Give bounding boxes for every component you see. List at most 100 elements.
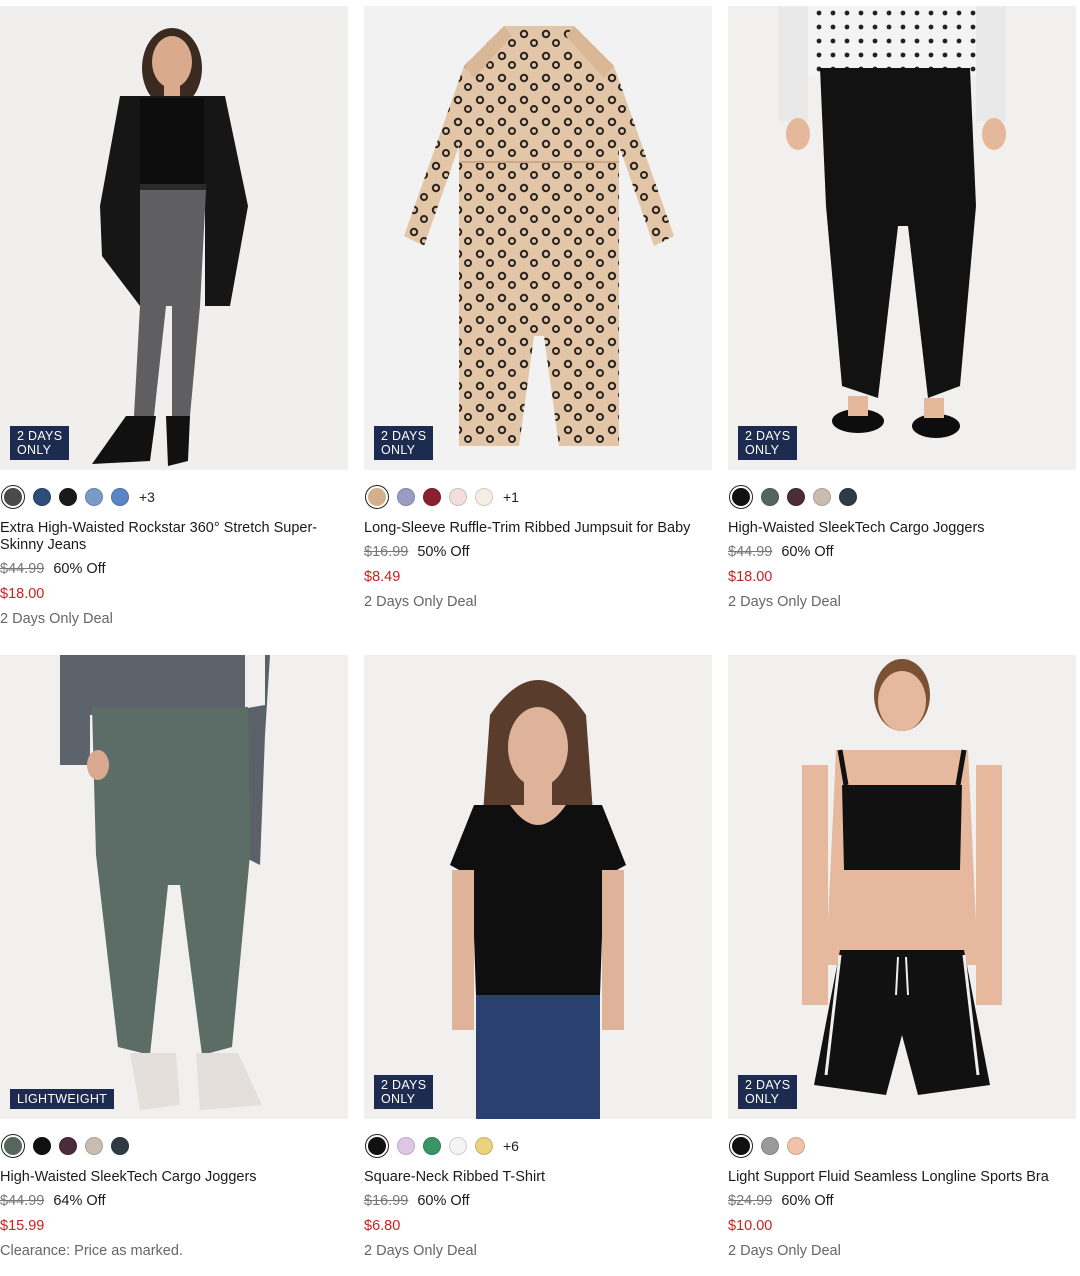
original-price: $44.99 — [728, 544, 773, 560]
color-swatch[interactable] — [111, 1137, 129, 1155]
product-card[interactable]: 2 DAYS ONLY +6 Square-Neck Ribbed T-Shir… — [364, 655, 712, 1261]
product-card[interactable]: 2 DAYS ONLY +3 Extra High-Waisted Rockst… — [0, 6, 348, 629]
product-image[interactable]: 2 DAYS ONLY — [364, 655, 712, 1119]
color-swatch-selected[interactable] — [729, 1134, 753, 1158]
badge-line-1: 2 DAYS — [17, 429, 63, 443]
promo-badge: 2 DAYS ONLY — [374, 426, 434, 460]
deal-label: Clearance: Price as marked. — [0, 1243, 183, 1259]
badge-line-1: 2 DAYS — [381, 1078, 427, 1092]
color-swatch-selected[interactable] — [729, 485, 753, 509]
product-name[interactable]: High-Waisted SleekTech Cargo Joggers — [728, 520, 1076, 537]
badge-line-1: 2 DAYS — [381, 429, 427, 443]
color-swatch-selected[interactable] — [365, 485, 389, 509]
badge-line-1: 2 DAYS — [745, 429, 791, 443]
discount-label: 60% Off — [53, 561, 106, 577]
product-card[interactable]: LIGHTWEIGHT High-Waisted SleekTech Cargo… — [0, 655, 348, 1261]
product-card[interactable]: 2 DAYS ONLY +1 Long-Sleeve Ruffle-Trim R… — [364, 6, 712, 612]
deal-label: 2 Days Only Deal — [364, 594, 477, 610]
discount-label: 60% Off — [417, 1193, 470, 1209]
price-row: $16.99 60% Off — [364, 1192, 712, 1211]
color-swatch[interactable] — [787, 1137, 805, 1155]
discount-label: 64% Off — [53, 1193, 106, 1209]
color-swatch[interactable] — [85, 488, 103, 506]
color-swatch[interactable] — [33, 488, 51, 506]
color-swatch[interactable] — [33, 1137, 51, 1155]
sale-price: $18.00 — [0, 586, 45, 602]
deal-label: 2 Days Only Deal — [0, 611, 113, 627]
discount-label: 60% Off — [781, 544, 834, 560]
color-swatch[interactable] — [761, 488, 779, 506]
sale-price: $18.00 — [728, 569, 773, 585]
price-row: $16.99 50% Off — [364, 543, 712, 562]
sale-price: $8.49 — [364, 569, 401, 585]
price-row: $44.99 60% Off — [728, 543, 1076, 562]
color-swatches: +3 — [0, 482, 348, 512]
product-image[interactable]: 2 DAYS ONLY — [364, 6, 712, 470]
price-row: $44.99 64% Off — [0, 1192, 348, 1211]
color-swatch-selected[interactable] — [1, 485, 25, 509]
product-name[interactable]: Square-Neck Ribbed T-Shirt — [364, 1169, 712, 1186]
color-swatch[interactable] — [111, 488, 129, 506]
price-row: $44.99 60% Off — [0, 560, 348, 579]
color-swatches: +1 — [364, 482, 712, 512]
color-swatch[interactable] — [839, 488, 857, 506]
color-swatches — [0, 1131, 348, 1161]
discount-label: 50% Off — [417, 544, 470, 560]
color-swatch[interactable] — [761, 1137, 779, 1155]
product-image[interactable]: LIGHTWEIGHT — [0, 655, 348, 1119]
promo-badge: LIGHTWEIGHT — [10, 1089, 115, 1109]
color-swatches — [728, 1131, 1076, 1161]
badge-line-2: ONLY — [381, 1092, 416, 1106]
product-name[interactable]: Long-Sleeve Ruffle-Trim Ribbed Jumpsuit … — [364, 520, 712, 537]
color-swatch[interactable] — [475, 1137, 493, 1155]
original-price: $44.99 — [0, 1193, 45, 1209]
color-swatch[interactable] — [397, 1137, 415, 1155]
promo-badge: 2 DAYS ONLY — [738, 426, 798, 460]
badge-line-2: ONLY — [745, 1092, 780, 1106]
product-name[interactable]: High-Waisted SleekTech Cargo Joggers — [0, 1169, 348, 1186]
color-swatch[interactable] — [85, 1137, 103, 1155]
more-colors-link[interactable]: +6 — [503, 1138, 519, 1154]
product-name[interactable]: Extra High-Waisted Rockstar 360° Stretch… — [0, 520, 348, 554]
color-swatch-selected[interactable] — [365, 1134, 389, 1158]
color-swatch[interactable] — [423, 1137, 441, 1155]
color-swatches — [728, 482, 1076, 512]
color-swatch[interactable] — [449, 488, 467, 506]
more-colors-link[interactable]: +3 — [139, 489, 155, 505]
product-image[interactable]: 2 DAYS ONLY — [0, 6, 348, 470]
color-swatch[interactable] — [397, 488, 415, 506]
color-swatch[interactable] — [813, 488, 831, 506]
deal-label: 2 Days Only Deal — [728, 1243, 841, 1259]
deal-label: 2 Days Only Deal — [364, 1243, 477, 1259]
badge-line-1: 2 DAYS — [745, 1078, 791, 1092]
color-swatch[interactable] — [449, 1137, 467, 1155]
original-price: $16.99 — [364, 544, 409, 560]
color-swatch-selected[interactable] — [1, 1134, 25, 1158]
sale-price: $15.99 — [0, 1218, 45, 1234]
more-colors-link[interactable]: +1 — [503, 489, 519, 505]
badge-line-2: ONLY — [745, 443, 780, 457]
product-grid: 2 DAYS ONLY +3 Extra High-Waisted Rockst… — [0, 0, 1080, 1276]
promo-badge: 2 DAYS ONLY — [738, 1075, 798, 1109]
color-swatch[interactable] — [59, 1137, 77, 1155]
product-card[interactable]: 2 DAYS ONLY Light Support Fluid Seamless… — [728, 655, 1076, 1261]
badge-line-1: LIGHTWEIGHT — [17, 1092, 108, 1106]
original-price: $44.99 — [0, 561, 45, 577]
deal-label: 2 Days Only Deal — [728, 594, 841, 610]
color-swatch[interactable] — [787, 488, 805, 506]
badge-line-2: ONLY — [381, 443, 416, 457]
sale-price: $10.00 — [728, 1218, 773, 1234]
original-price: $16.99 — [364, 1193, 409, 1209]
price-row: $24.99 60% Off — [728, 1192, 1076, 1211]
color-swatch[interactable] — [59, 488, 77, 506]
color-swatch[interactable] — [475, 488, 493, 506]
product-card[interactable]: 2 DAYS ONLY High-Waisted SleekTech Cargo… — [728, 6, 1076, 612]
product-image[interactable]: 2 DAYS ONLY — [728, 655, 1076, 1119]
product-image[interactable]: 2 DAYS ONLY — [728, 6, 1076, 470]
original-price: $24.99 — [728, 1193, 773, 1209]
promo-badge: 2 DAYS ONLY — [374, 1075, 434, 1109]
product-name[interactable]: Light Support Fluid Seamless Longline Sp… — [728, 1169, 1076, 1186]
promo-badge: 2 DAYS ONLY — [10, 426, 70, 460]
color-swatch[interactable] — [423, 488, 441, 506]
sale-price: $6.80 — [364, 1218, 401, 1234]
